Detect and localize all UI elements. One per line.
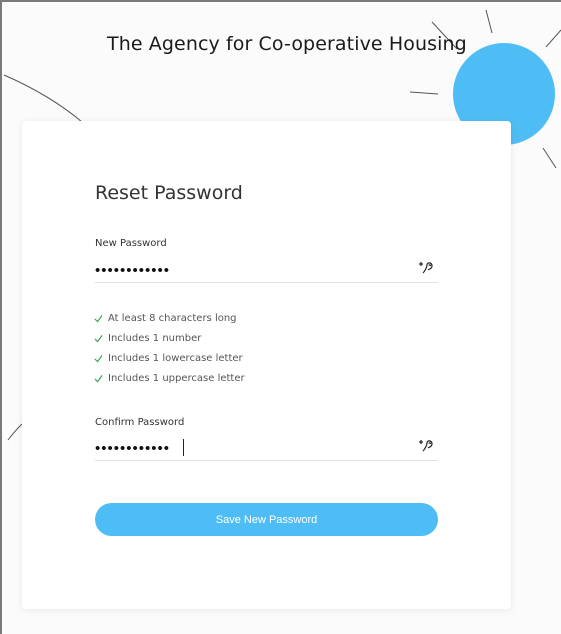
requirement-item: Includes 1 lowercase letter bbox=[94, 348, 245, 368]
requirement-item: Includes 1 number bbox=[94, 328, 245, 348]
requirement-item: Includes 1 uppercase letter bbox=[94, 368, 245, 388]
eye-toggle-icon[interactable] bbox=[418, 437, 436, 455]
confirm-password-label: Confirm Password bbox=[95, 417, 185, 428]
check-icon bbox=[94, 314, 103, 323]
requirement-text: At least 8 characters long bbox=[108, 312, 237, 324]
text-caret bbox=[183, 439, 184, 456]
requirement-text: Includes 1 uppercase letter bbox=[108, 372, 245, 384]
page-title: Reset Password bbox=[95, 182, 243, 204]
eye-toggle-icon[interactable] bbox=[418, 259, 436, 277]
requirement-text: Includes 1 number bbox=[108, 332, 202, 344]
confirm-password-value: •••••••••••• bbox=[95, 440, 171, 457]
confirm-password-field[interactable]: •••••••••••• bbox=[95, 436, 438, 461]
check-icon bbox=[94, 334, 103, 343]
save-new-password-button[interactable]: Save New Password bbox=[95, 503, 438, 536]
organization-name: The Agency for Co-operative Housing bbox=[107, 33, 467, 55]
requirement-text: Includes 1 lowercase letter bbox=[108, 352, 243, 364]
reset-password-card: Reset Password New Password ••••••••••••… bbox=[22, 121, 511, 609]
password-requirements: At least 8 characters long Includes 1 nu… bbox=[94, 308, 245, 388]
requirement-item: At least 8 characters long bbox=[94, 308, 245, 328]
curve-decoration-left bbox=[7, 423, 23, 441]
new-password-value: •••••••••••• bbox=[95, 262, 171, 279]
check-icon bbox=[94, 374, 103, 383]
curve-decoration-top bbox=[3, 74, 83, 123]
check-icon bbox=[94, 354, 103, 363]
new-password-field[interactable]: •••••••••••• bbox=[95, 258, 438, 283]
new-password-label: New Password bbox=[95, 238, 167, 249]
